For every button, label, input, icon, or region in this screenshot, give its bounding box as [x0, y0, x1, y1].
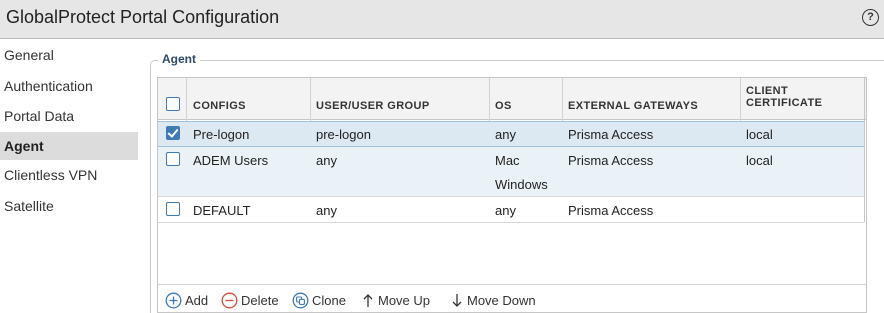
row-external-gateways: Prisma Access	[568, 203, 654, 218]
add-button-label: Add	[185, 292, 209, 308]
sidebar-item-clientless-vpn[interactable]: Clientless VPN	[0, 161, 138, 189]
sidebar-item-portal-data-collection[interactable]: Portal Data Collection	[0, 102, 138, 152]
column-header-os[interactable]: OS	[495, 100, 512, 112]
column-header-configs[interactable]: CONFIGS	[193, 100, 246, 112]
window-title: GlobalProtect Portal Configuration	[6, 7, 280, 27]
row-checkbox[interactable]	[166, 126, 180, 140]
row-os-secondary: Windows	[495, 177, 548, 192]
toolbar-divider	[158, 284, 866, 285]
row-user-group: any	[316, 153, 337, 168]
sidebar: General Authentication Portal Data Colle…	[0, 40, 138, 313]
arrow-down-icon	[452, 293, 462, 307]
row-client-certificate: local	[746, 153, 773, 168]
move-up-button-label: Move Up	[378, 292, 431, 308]
select-all-checkbox[interactable]	[166, 97, 180, 111]
row-user-group: any	[316, 203, 337, 218]
move-down-button[interactable]: Move Down	[450, 290, 536, 310]
delete-button[interactable]: Delete	[221, 290, 279, 310]
help-icon[interactable]: ?	[862, 9, 879, 26]
move-down-button-label: Move Down	[467, 292, 536, 308]
arrow-up-icon	[363, 293, 373, 307]
row-border	[158, 222, 864, 223]
sidebar-item-agent[interactable]: Agent	[0, 132, 138, 160]
row-config-name[interactable]: ADEM Users	[193, 153, 268, 168]
row-os: Mac	[495, 153, 520, 168]
column-header-client-certificate[interactable]: CLIENT CERTIFICATE	[746, 85, 822, 109]
move-up-button[interactable]: Move Up	[361, 290, 430, 310]
column-header-external-gateways[interactable]: EXTERNAL GATEWAYS	[568, 100, 698, 112]
row-os: any	[495, 127, 516, 142]
sidebar-item-general[interactable]: General	[0, 41, 138, 69]
column-header-user-group[interactable]: USER/USER GROUP	[316, 100, 430, 112]
row-checkbox[interactable]	[166, 202, 180, 216]
row-border	[158, 121, 864, 122]
column-header-client-certificate-line2: CERTIFICATE	[746, 97, 823, 109]
scroll-gutter-line	[864, 78, 865, 222]
row-checkbox[interactable]	[166, 152, 180, 166]
sidebar-item-satellite[interactable]: Satellite	[0, 192, 138, 220]
clone-button-label: Clone	[312, 292, 346, 308]
row-os: any	[495, 203, 516, 218]
clone-button[interactable]: Clone	[292, 290, 346, 310]
column-header-client-certificate-line1: CLIENT	[746, 85, 789, 97]
sidebar-item-authentication[interactable]: Authentication	[0, 72, 138, 100]
row-client-certificate: local	[746, 127, 773, 142]
title-bar: GlobalProtect Portal Configuration ?	[0, 0, 884, 39]
agent-legend: Agent	[158, 52, 200, 66]
delete-button-label: Delete	[241, 292, 279, 308]
delete-icon	[221, 292, 238, 308]
row-user-group: pre-logon	[316, 127, 371, 142]
row-external-gateways: Prisma Access	[568, 127, 654, 142]
row-config-name[interactable]: Pre-logon	[193, 127, 249, 142]
clone-icon	[292, 292, 309, 308]
add-button[interactable]: Add	[165, 290, 208, 310]
add-icon	[165, 292, 182, 308]
row-config-name[interactable]: DEFAULT	[193, 203, 251, 218]
row-external-gateways: Prisma Access	[568, 153, 654, 168]
